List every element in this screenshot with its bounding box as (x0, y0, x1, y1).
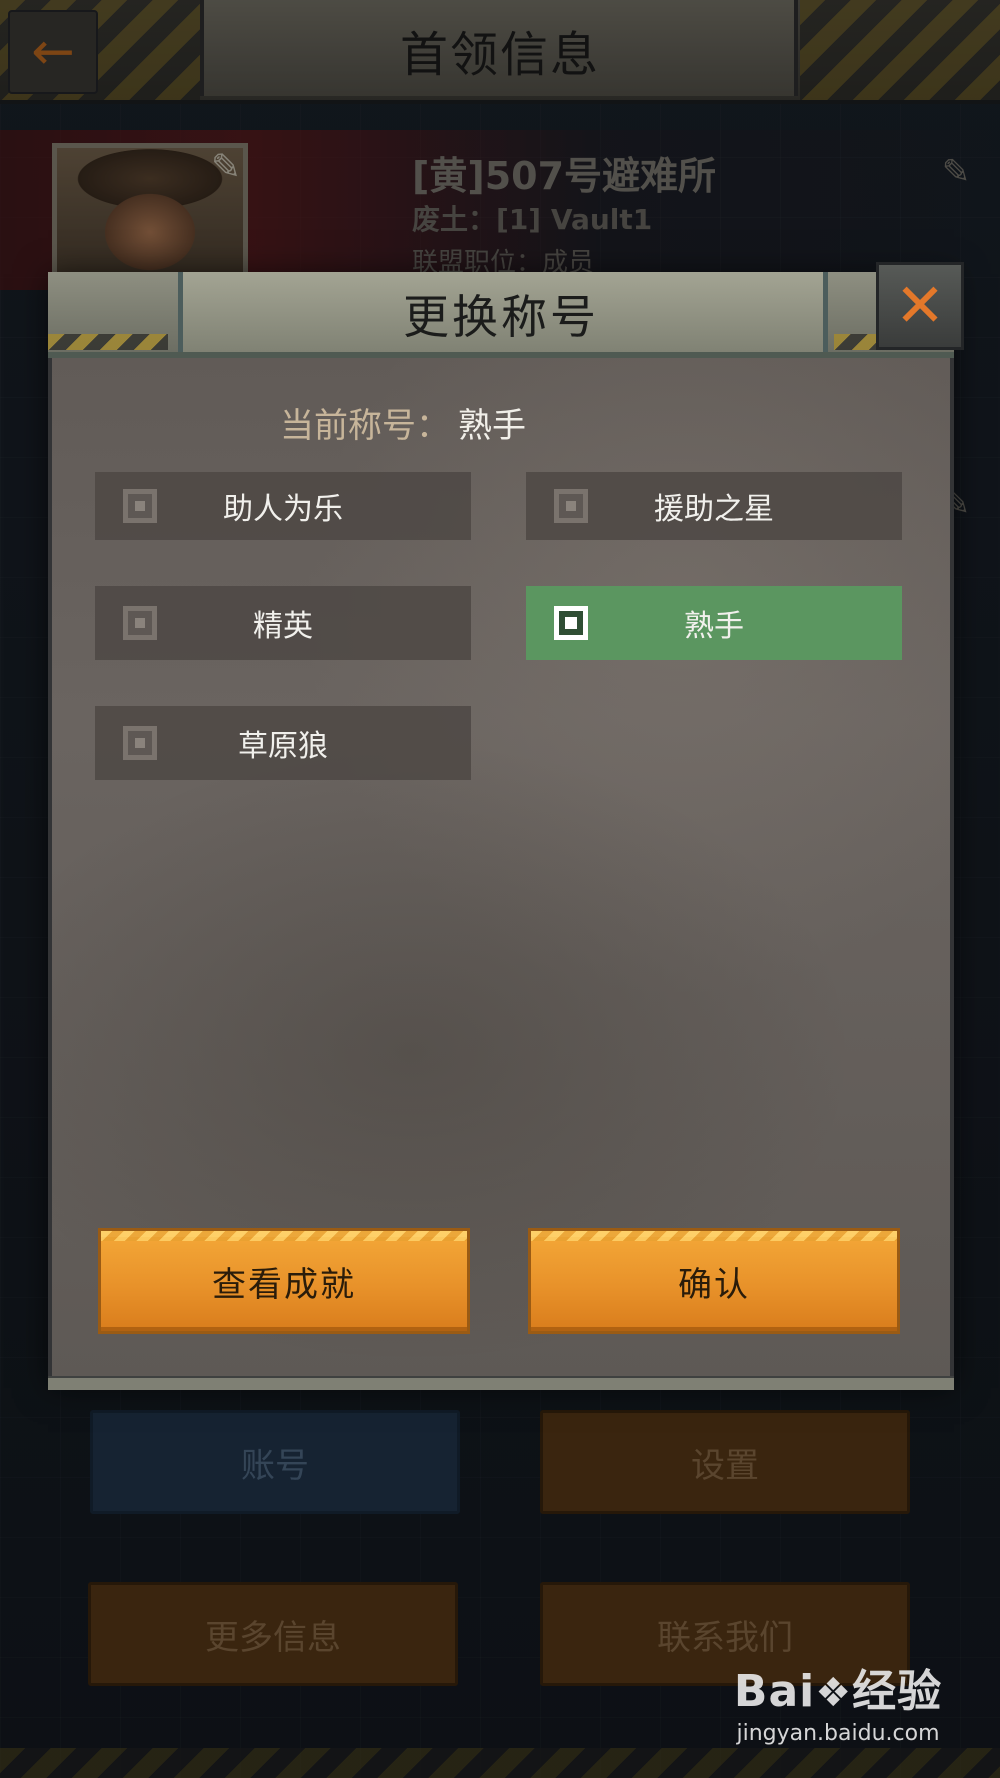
logo-post: 经验 (852, 1666, 943, 1717)
paw-icon: ❖ (815, 1670, 853, 1716)
current-title-label: 当前称号： (280, 406, 450, 446)
watermark: Bai❖经验 jingyan.baidu.com (728, 1655, 948, 1746)
title-option[interactable]: 援助之星 (526, 472, 902, 540)
current-title-value: 熟手 (458, 406, 526, 446)
title-option-selected[interactable]: 熟手 (526, 586, 902, 660)
watermark-url: jingyan.baidu.com (736, 1721, 940, 1746)
title-option[interactable]: 助人为乐 (95, 472, 471, 540)
confirm-button[interactable]: 确认 (528, 1228, 900, 1334)
title-option-label: 援助之星 (654, 492, 774, 527)
title-option-label: 草原狼 (238, 729, 328, 764)
close-button[interactable]: ✕ (876, 262, 964, 350)
dialog-footer (48, 1376, 954, 1390)
title-option-label: 助人为乐 (223, 492, 343, 527)
logo-pre: Bai (733, 1666, 816, 1717)
title-option[interactable]: 草原狼 (95, 706, 471, 780)
baidu-logo: Bai❖经验 (728, 1655, 948, 1719)
title-option-label: 精英 (253, 609, 313, 644)
title-option-label: 熟手 (684, 609, 744, 644)
title-option[interactable]: 精英 (95, 586, 471, 660)
dialog-title: 更换称号 (403, 290, 599, 344)
close-icon: ✕ (894, 271, 946, 341)
view-achievements-button[interactable]: 查看成就 (98, 1228, 470, 1334)
current-title: 当前称号： 熟手 (280, 398, 526, 447)
